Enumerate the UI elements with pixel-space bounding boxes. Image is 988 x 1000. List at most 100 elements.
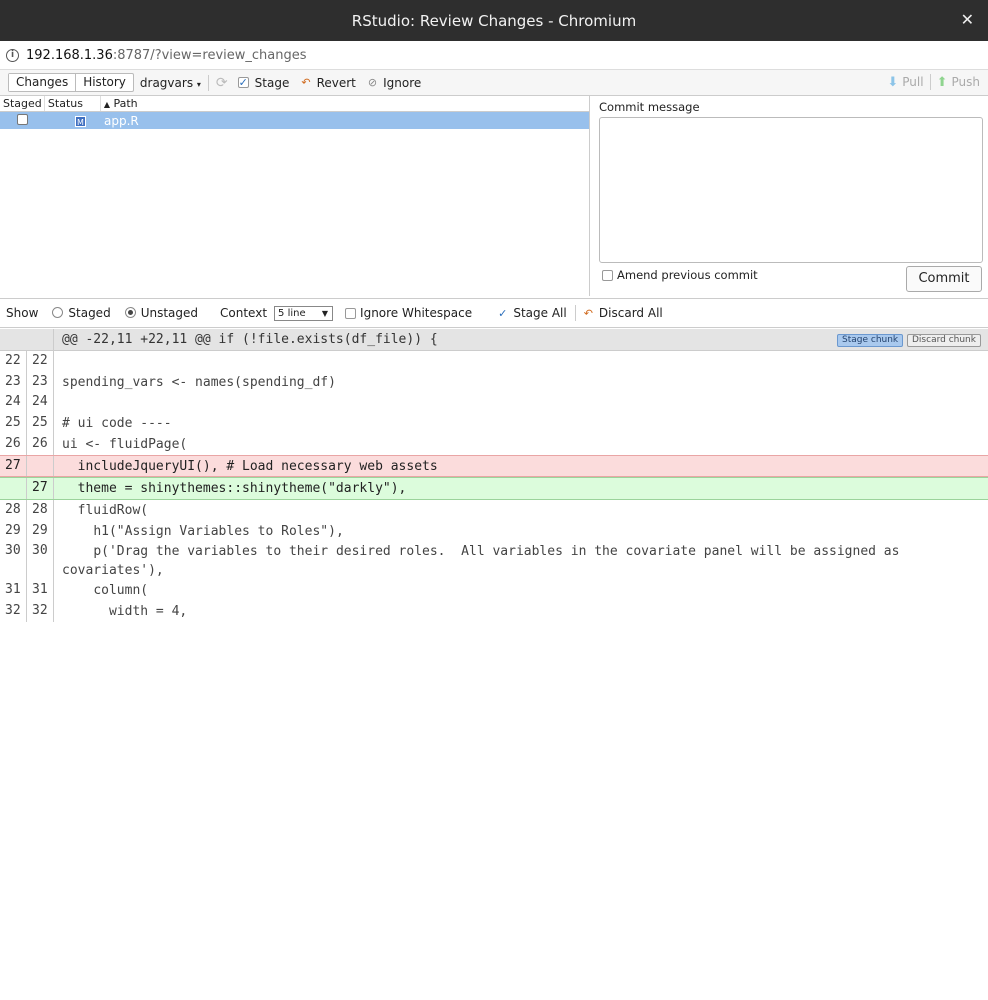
status-cell: M (45, 114, 101, 128)
radio-icon (52, 307, 64, 318)
amend-label: Amend previous commit (617, 268, 758, 282)
stage-label: Stage (254, 75, 290, 90)
tab-changes[interactable]: Changes (9, 74, 76, 91)
diff-line[interactable]: 23 23 spending_vars <- names(spending_df) (0, 371, 988, 393)
stage-all-button[interactable]: ✓ Stage All (498, 306, 567, 320)
old-line-number: 31 (0, 580, 27, 602)
window-titlebar: RStudio: Review Changes - Chromium ✕ (0, 0, 988, 41)
new-line-number: 29 (27, 520, 54, 542)
diff-view: @@ -22,11 +22,11 @@ if (!file.exists(df_… (0, 328, 988, 1000)
hunk-header-text: @@ -22,11 +22,11 @@ if (!file.exists(df_… (62, 332, 438, 347)
stage-chunk-button[interactable]: Stage chunk (837, 334, 904, 347)
column-staged[interactable]: Staged (0, 96, 45, 111)
refresh-button[interactable]: ⟳ (216, 75, 228, 91)
divider (929, 74, 931, 90)
staged-label: Staged (68, 306, 111, 320)
info-icon[interactable]: i (6, 48, 19, 62)
tab-history[interactable]: History (75, 74, 133, 91)
commit-message-input[interactable] (599, 117, 983, 263)
old-line-number: 24 (0, 392, 27, 414)
column-path[interactable]: ▲ Path (101, 96, 589, 111)
new-line-number: 26 (27, 433, 54, 455)
diff-line[interactable]: 29 29 h1("Assign Variables to Roles"), (0, 520, 988, 542)
diff-line[interactable]: 22 22 (0, 351, 988, 372)
diff-line[interactable]: 31 31 column( (0, 580, 988, 602)
amend-checkbox[interactable]: Amend previous commit (602, 268, 758, 282)
close-icon[interactable]: ✕ (961, 10, 974, 29)
old-line-number: 29 (0, 520, 27, 542)
push-label: Push (951, 75, 981, 89)
pull-label: Pull (902, 75, 924, 89)
modified-status-icon: M (75, 115, 86, 127)
old-line-number: 32 (0, 601, 27, 622)
old-line-number: 30 (0, 541, 27, 581)
staged-checkbox[interactable] (17, 113, 28, 125)
code-text: theme = shinythemes::shinytheme("darkly"… (62, 481, 407, 497)
unstaged-label: Unstaged (140, 306, 199, 320)
new-line-number (27, 455, 54, 477)
commit-button[interactable]: Commit (906, 266, 982, 292)
sort-ascending-icon: ▲ (103, 100, 110, 109)
window-title: RStudio: Review Changes - Chromium (351, 11, 637, 30)
push-button[interactable]: ⬆ Push (937, 75, 980, 90)
new-line-number: 25 (27, 413, 54, 434)
old-line-number (0, 478, 27, 499)
old-line-number: 28 (0, 499, 27, 521)
hunk-header: @@ -22,11 +22,11 @@ if (!file.exists(df_… (0, 328, 988, 351)
stage-all-label: Stage All (513, 306, 567, 320)
address-bar[interactable]: i 192.168.1.36:8787/?view=review_changes (0, 41, 988, 70)
diff-line[interactable]: 25 25 # ui code ---- (0, 413, 988, 434)
new-line-number: 31 (27, 580, 54, 602)
show-label: Show (6, 306, 39, 320)
url-host: 192.168.1.36 (26, 47, 113, 63)
old-line-number: 27 (0, 455, 27, 477)
context-select[interactable]: 5 line ▼ (274, 305, 334, 321)
new-line-number: 28 (27, 499, 54, 521)
discard-all-label: Discard All (598, 306, 663, 320)
ignore-button[interactable]: ⊘ Ignore (368, 76, 421, 90)
view-tabs: Changes History (8, 73, 134, 92)
revert-icon: ↶ (583, 306, 593, 320)
pull-arrow-icon: ⬇ (887, 74, 899, 90)
new-line-number: 23 (27, 371, 54, 393)
column-path-label: Path (113, 97, 138, 110)
show-unstaged-radio[interactable]: Unstaged (124, 306, 199, 320)
gutter (0, 328, 54, 351)
refresh-icon: ⟳ (215, 74, 228, 91)
commit-pane: Commit message Amend previous commit Com… (592, 96, 988, 296)
code-text: spending_vars <- names(spending_df) (62, 374, 336, 390)
ignore-icon: ⊘ (367, 76, 378, 89)
code-text: fluidRow( (62, 502, 149, 518)
discard-chunk-button[interactable]: Discard chunk (907, 334, 981, 347)
diff-lines: 22 22 23 23 spending_vars <- names(spending_… (0, 351, 988, 622)
show-staged-radio[interactable]: Staged (52, 306, 111, 320)
diff-line-removed[interactable]: 27 includeJqueryUI(), # Load necessary w… (0, 454, 988, 478)
changed-files-list: Staged Status ▲ Path M app.R (0, 96, 590, 296)
divider (207, 74, 209, 91)
discard-all-button[interactable]: ↶ Discard All (584, 306, 663, 320)
column-status[interactable]: Status (45, 96, 101, 111)
file-path: app.R (104, 113, 139, 128)
remote-actions: ⬇ Pull ⬆ Push (887, 74, 980, 90)
diff-line[interactable]: 32 32 width = 4, (0, 601, 988, 622)
revert-label: Revert (316, 75, 356, 90)
chevron-down-icon: ▼ (321, 308, 329, 318)
ignore-whitespace-checkbox[interactable]: Ignore Whitespace (345, 306, 472, 320)
pull-button[interactable]: ⬇ Pull (887, 75, 923, 90)
stage-button[interactable]: ✓ Stage (237, 75, 290, 90)
amend-checkbox-box[interactable] (602, 269, 613, 281)
new-line-number: 22 (27, 351, 54, 372)
old-line-number: 22 (0, 351, 27, 372)
file-row[interactable]: M app.R (0, 112, 589, 129)
divider (574, 305, 576, 321)
commit-message-label: Commit message (599, 100, 700, 114)
branch-selector[interactable]: dragvars ▾ (140, 76, 201, 90)
revert-button[interactable]: ↶ Revert (301, 76, 356, 90)
diff-line-added[interactable]: 27 theme = shinythemes::shinytheme("dark… (0, 477, 988, 500)
diff-line[interactable]: 26 26 ui <- fluidPage( (0, 433, 988, 455)
code-text: includeJqueryUI(), # Load necessary web … (62, 458, 438, 474)
diff-line[interactable]: 28 28 fluidRow( (0, 499, 988, 521)
file-list-header: Staged Status ▲ Path (0, 96, 589, 112)
diff-line[interactable]: 24 24 (0, 392, 988, 414)
diff-line[interactable]: 30 30 p('Drag the variables to their desi… (0, 541, 988, 581)
